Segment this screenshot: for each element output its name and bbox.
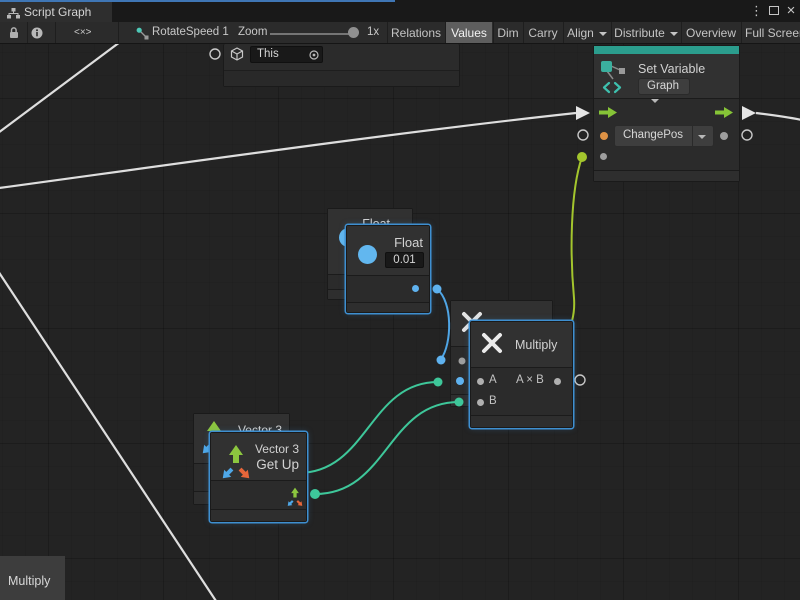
wire-endpoint[interactable]	[455, 398, 464, 407]
window-close-icon[interactable]: ×	[784, 0, 798, 22]
wire-endpoint[interactable]	[433, 285, 442, 294]
float-value-wire[interactable]	[437, 289, 449, 359]
window-maximize-icon[interactable]	[766, 0, 782, 22]
node-accent-bar	[594, 46, 739, 54]
unity-script-graph-window: Script Graph ⋮ × <×> RotateSpeed 1 Zoom	[0, 0, 800, 600]
flow-wire-into-set-variable[interactable]	[0, 113, 576, 189]
gameobject-cube-icon	[230, 47, 244, 61]
info-icon[interactable]	[31, 27, 43, 39]
float-type-icon	[358, 245, 377, 264]
set-variable-node[interactable]: Set Variable Graph ChangePos	[593, 45, 740, 182]
zoom-slider-handle[interactable]	[348, 27, 359, 38]
node-tooltip: Multiply	[0, 556, 65, 600]
carry-button[interactable]: Carry	[523, 22, 562, 44]
gameobject-field[interactable]: This	[250, 46, 323, 63]
float-node[interactable]: Float 0.01	[346, 225, 430, 313]
chevron-down-icon	[599, 32, 607, 36]
unconnected-port-ring[interactable]	[742, 130, 752, 140]
script-graph-icon	[136, 27, 149, 40]
graph-toolbar: <×> RotateSpeed 1 Zoom 1x Relations Valu…	[0, 22, 800, 44]
wire-endpoint[interactable]	[577, 152, 587, 162]
port-dot[interactable]	[456, 377, 464, 385]
window-more-icon[interactable]: ⋮	[750, 0, 762, 22]
full-screen-button[interactable]: Full Screen	[741, 22, 800, 44]
flow-arrowhead	[742, 106, 756, 120]
code-toggle-icon[interactable]: <×>	[74, 27, 92, 38]
flow-wire[interactable]	[0, 268, 218, 600]
zoom-label: Zoom	[238, 26, 267, 38]
vector3-output-port[interactable]	[284, 486, 306, 508]
input-a-port[interactable]	[477, 378, 484, 385]
float-value-field[interactable]: 0.01	[385, 252, 424, 268]
dim-button[interactable]: Dim	[493, 22, 522, 44]
wire-endpoint[interactable]	[437, 356, 446, 365]
flow-input-port[interactable]	[599, 106, 617, 119]
multiply-icon	[480, 331, 504, 355]
tab-title: Script Graph	[24, 5, 91, 19]
multiply-node[interactable]: Multiply A A × B B	[470, 321, 573, 428]
value-output-port[interactable]	[720, 132, 728, 140]
wire-endpoint[interactable]	[310, 489, 320, 499]
align-dropdown[interactable]: Align	[563, 22, 610, 44]
float-output-port[interactable]	[412, 285, 419, 292]
vector-wire[interactable]	[298, 382, 438, 473]
wire-endpoint[interactable]	[434, 378, 443, 387]
graph-canvas[interactable]: Float Vector 3	[0, 44, 800, 600]
variable-name-dropdown[interactable]: ChangePos	[614, 125, 714, 147]
vector3-get-up-node[interactable]: Vector 3 Get Up	[210, 432, 307, 522]
chevron-down-icon	[698, 135, 706, 139]
relations-button[interactable]: Relations	[387, 22, 444, 44]
set-variable-icon	[600, 59, 628, 95]
chevron-down-icon	[651, 99, 659, 103]
overview-button[interactable]: Overview	[681, 22, 740, 44]
flow-wire-out-of-set-variable[interactable]	[756, 113, 800, 121]
tab-script-graph[interactable]: Script Graph	[0, 2, 112, 22]
flow-arrowhead	[576, 106, 590, 120]
this-node[interactable]: This	[223, 44, 460, 87]
unconnected-port-ring[interactable]	[575, 375, 585, 385]
distribute-dropdown[interactable]: Distribute	[611, 22, 680, 44]
values-button[interactable]: Values	[445, 22, 492, 44]
port-dot[interactable]	[459, 358, 466, 365]
chevron-down-icon	[670, 32, 678, 36]
variable-input-port[interactable]	[600, 132, 608, 140]
lock-icon[interactable]	[8, 26, 20, 39]
flow-wire[interactable]	[0, 44, 124, 136]
input-b-port[interactable]	[477, 399, 484, 406]
tab-bar: Script Graph ⋮ ×	[0, 0, 800, 22]
flow-output-port[interactable]	[715, 106, 733, 119]
vector-wire[interactable]	[315, 402, 459, 494]
value-input-port[interactable]	[600, 153, 607, 160]
zoom-value: 1x	[367, 26, 379, 38]
object-picker-icon[interactable]	[309, 50, 319, 60]
output-port[interactable]	[554, 378, 561, 385]
vector3-icon	[219, 443, 259, 481]
graph-breadcrumb[interactable]: RotateSpeed 1	[152, 26, 229, 38]
graph-tab-icon	[7, 8, 20, 19]
variable-scope-dropdown[interactable]: Graph	[638, 78, 690, 95]
unconnected-port-ring[interactable]	[578, 130, 588, 140]
unconnected-port-ring[interactable]	[210, 49, 220, 59]
zoom-slider-track[interactable]	[270, 33, 353, 35]
